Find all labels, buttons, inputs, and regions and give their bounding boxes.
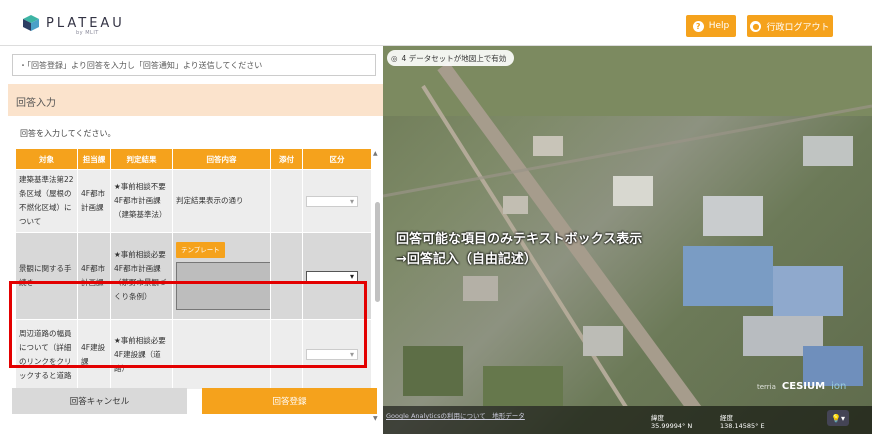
result-cell: ★事前相談不要 4F都市計画課（建築基準法） <box>110 169 173 233</box>
cesium-logo: CESIUM <box>781 381 826 392</box>
table-row: 周辺道路の幅員について（詳細のリンクをクリックすると道路 4F建設課 ★事前相談… <box>15 319 371 390</box>
lightbulb-icon[interactable]: 💡▾ <box>827 410 849 426</box>
category-select[interactable] <box>306 195 358 209</box>
section-title: 回答入力 <box>8 84 384 116</box>
latitude-label: 緯度 <box>651 414 664 422</box>
dataset-info-badge[interactable]: ◎ 4 データセットが地図上で有効 <box>387 50 515 66</box>
logo-subtitle: by MLIT <box>76 30 99 36</box>
dataset-info-text: 4 データセットが地図上で有効 <box>401 53 507 63</box>
target-cell: 景観に関する手続き <box>15 232 78 320</box>
help-label: Help <box>708 21 730 31</box>
result-cell: ★事前相談必要 4F都市計画課（茅野市景観づくり条例） <box>110 232 173 320</box>
column-header: 添付 <box>270 148 303 170</box>
plateau-logo-icon <box>23 15 39 31</box>
annotation-overlay-text: 回答可能な項目のみテキストボックス表示 →回答記入（自由記述） <box>396 230 642 270</box>
ga-terms-link[interactable]: Google Analyticsの利用について 地形データ <box>386 410 525 420</box>
dept-cell: 4F建設課 <box>77 319 111 390</box>
aerial-imagery <box>383 46 872 406</box>
attach-cell <box>270 232 303 320</box>
help-icon: ? <box>692 20 704 32</box>
category-select[interactable] <box>306 348 358 362</box>
column-header: 担当課 <box>77 148 111 170</box>
annotation-line-1: 回答可能な項目のみテキストボックス表示 <box>396 232 643 247</box>
dept-cell: 4F都市計画課 <box>77 169 111 233</box>
category-select[interactable] <box>306 270 358 284</box>
column-header: 回答内容 <box>172 148 271 170</box>
answer-table-wrap[interactable]: 対象 担当課 判定結果 回答内容 添付 区分 建築基準法第22条区域（屋根の不燃… <box>15 148 371 424</box>
latitude-value: 35.99994° N <box>651 422 693 430</box>
prompt-text: 回答を入力してください。 <box>20 129 116 138</box>
annotation-line-2: →回答記入（自由記述） <box>396 252 537 267</box>
help-button[interactable]: ? Help <box>686 15 736 37</box>
cesium-branding: terria CESIUM ion <box>757 381 846 392</box>
answer-textbox[interactable] <box>176 262 272 310</box>
layers-icon: ◎ <box>391 53 398 63</box>
scroll-down-icon[interactable]: ▼ <box>373 415 378 422</box>
map-view[interactable]: ◎ 4 データセットが地図上で有効 回答可能な項目のみテキストボックス表示 →回… <box>383 46 872 434</box>
table-header-row: 対象 担当課 判定結果 回答内容 添付 区分 <box>15 148 371 170</box>
category-cell <box>302 319 371 390</box>
answer-cell: テンプレート <box>172 232 272 320</box>
result-cell: ★事前相談必要 4F建設課（道路） <box>110 319 173 390</box>
app-header: PLATEAU by MLIT ? Help ● 行政ログアウト <box>0 0 872 46</box>
submit-answer-button[interactable]: 回答登録 <box>202 388 377 414</box>
table-scrollbar[interactable]: ▲ ▼ <box>373 150 381 422</box>
longitude-label: 経度 <box>720 414 733 422</box>
logo-text: PLATEAU <box>46 16 125 31</box>
logout-label: 行政ログアウト <box>766 22 830 33</box>
terria-logo: terria <box>757 382 776 391</box>
attach-cell <box>270 319 303 390</box>
scroll-up-icon[interactable]: ▲ <box>373 150 378 157</box>
cancel-answer-button[interactable]: 回答キャンセル <box>12 388 187 414</box>
template-button[interactable]: テンプレート <box>176 242 225 258</box>
map-footer: Google Analyticsの利用について 地形データ 緯度 35.9999… <box>383 406 872 434</box>
answer-table: 対象 担当課 判定結果 回答内容 添付 区分 建築基準法第22条区域（屋根の不燃… <box>15 148 371 390</box>
target-cell: 建築基準法第22条区域（屋根の不燃化区域）について <box>15 169 78 233</box>
instruction-text: ・「回答登録」より回答を入力し「回答通知」より送信してください <box>12 54 376 76</box>
attach-cell <box>270 169 303 233</box>
table-row-highlighted: 景観に関する手続き 4F都市計画課 ★事前相談必要 4F都市計画課（茅野市景観づ… <box>15 232 371 320</box>
target-cell: 周辺道路の幅員について（詳細のリンクをクリックすると道路 <box>15 319 78 390</box>
longitude-value: 138.14585° E <box>720 422 765 430</box>
column-header: 判定結果 <box>110 148 173 170</box>
category-cell <box>302 169 371 233</box>
table-row: 建築基準法第22条区域（屋根の不燃化区域）について 4F都市計画課 ★事前相談不… <box>15 169 371 233</box>
latitude-readout: 緯度 35.99994° N <box>651 414 692 430</box>
logout-button[interactable]: ● 行政ログアウト <box>747 15 833 37</box>
scroll-thumb[interactable] <box>375 202 380 302</box>
answer-panel: ・「回答登録」より回答を入力し「回答通知」より送信してください 回答入力 回答を… <box>0 46 384 434</box>
longitude-readout: 経度 138.14585° E <box>720 414 765 430</box>
dept-cell: 4F都市計画課 <box>77 232 111 320</box>
category-cell <box>302 232 371 320</box>
column-header: 区分 <box>302 148 371 170</box>
ion-logo: ion <box>831 381 847 392</box>
answer-cell <box>172 319 271 390</box>
column-header: 対象 <box>15 148 78 170</box>
user-icon: ● <box>750 20 762 32</box>
answer-cell: 判定結果表示の通り <box>172 169 271 233</box>
